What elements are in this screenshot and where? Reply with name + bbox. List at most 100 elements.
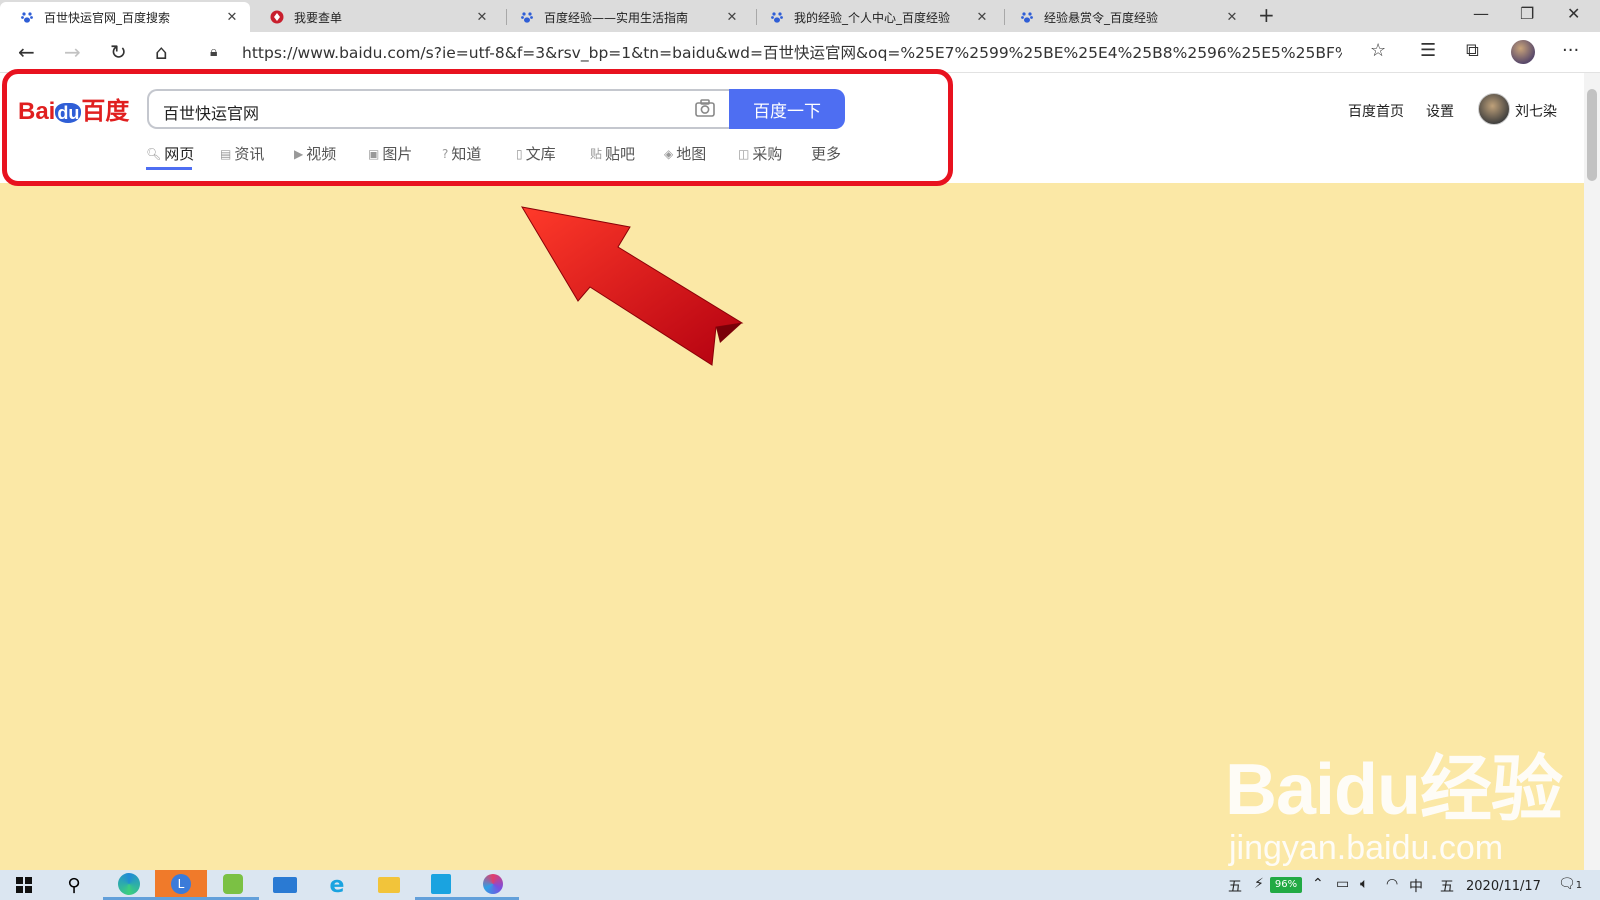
logo-text-right: 百度 [81,98,130,125]
tab-baidu-jingyan[interactable]: 百度经验——实用生活指南 ✕ [500,2,750,32]
avatar[interactable] [1478,93,1510,125]
baidu-home-link[interactable]: 百度首页 [1348,101,1404,121]
browser-tab-bar: 百世快运官网_百度搜索 ✕ 我要查单 ✕ 百度经验——实用生活指南 ✕ 我的经验… [0,0,1600,32]
tab-more[interactable]: 更多 [811,143,841,164]
battery-indicator[interactable]: 96% [1270,877,1302,893]
search-query: 百世快运官网 [163,104,260,123]
annotation-arrow-icon [521,206,744,366]
tab-label: 百度经验——实用生活指南 [544,10,689,25]
tab-map[interactable]: ◈ 地图 [664,143,706,164]
nav-label: 更多 [811,145,842,163]
tab-wenku[interactable]: ▯ 文库 [516,143,556,164]
tab-news[interactable]: ▤ 资讯 [220,143,264,164]
close-window-icon[interactable]: ✕ [1567,4,1580,23]
nav-label: 采购 [752,145,783,163]
clock-app-icon[interactable]: L [155,870,207,900]
more-menu-icon[interactable]: ··· [1562,40,1579,61]
tab-baidu-search[interactable]: 百世快运官网_百度搜索 ✕ [0,2,250,32]
close-tab-icon[interactable]: ✕ [972,10,992,25]
language-indicator[interactable]: 中 [1409,876,1423,896]
android-app-icon[interactable] [207,870,259,900]
home-icon[interactable]: ⌂ [155,40,168,64]
video-icon: ▶ [294,146,304,161]
mail-icon[interactable] [259,870,311,900]
back-icon[interactable]: ← [18,40,35,64]
collections-icon[interactable]: ⧉ [1466,40,1479,61]
refresh-icon[interactable]: ↻ [110,40,127,64]
watermark: Baidu经验 jingyan.baidu.com [1225,730,1563,868]
watermark-main: Baidu经验 [1225,750,1563,830]
document-icon: ▯ [516,146,523,161]
wifi-icon[interactable]: ◠ [1386,876,1398,892]
ime-mode-indicator[interactable]: 五 [1440,876,1454,896]
tab-label: 我的经验_个人中心_百度经验 [794,10,951,25]
close-tab-icon[interactable]: ✕ [722,10,742,25]
logo-paw: du [55,103,82,123]
favorites-icon[interactable]: ☰ [1420,40,1436,61]
best-logo-icon [270,10,284,24]
tab-order-lookup[interactable]: 我要查单 ✕ [250,2,500,32]
minimize-icon[interactable]: — [1473,4,1489,23]
power-icon[interactable]: ⚡ [1254,876,1264,892]
baidu-header: Bai du百度 百世快运官网 百度一下 🔍︎ 网页 ▤ 资讯 ▶ 视频 ▣ 图片 ? 知道… [0,73,1584,183]
address-toolbar: ← → ↻ ⌂ 🔒︎ https://www.baidu.com/s?ie=ut… [0,32,1600,73]
color-app-icon[interactable] [467,870,519,900]
baidu-paw-icon [520,10,534,24]
purchase-icon: ◫ [738,146,750,161]
address-field[interactable]: 🔒︎ https://www.baidu.com/s?ie=utf-8&f=3&… [196,37,1396,67]
tab-jingyan-bounty[interactable]: 经验悬赏令_百度经验 ✕ [1000,2,1250,32]
file-explorer-icon[interactable] [363,870,415,900]
tab-purchase[interactable]: ◫ 采购 [738,143,782,164]
nav-label: 地图 [676,145,707,163]
windows-taskbar: ⚲ L e 五 ⚡ 96% ⌃ ▭ 🔈︎ ◠ 中 五 2020/11/17 🗨︎… [0,870,1600,900]
camera-icon[interactable] [695,99,715,122]
tab-images[interactable]: ▣ 图片 [368,143,412,164]
forward-icon[interactable]: → [64,40,81,64]
tab-my-jingyan[interactable]: 我的经验_个人中心_百度经验 ✕ [750,2,1000,32]
search-input[interactable]: 百世快运官网 [147,89,729,129]
volume-icon[interactable]: 🔈︎ [1360,876,1368,892]
tab-label: 我要查单 [294,10,343,25]
close-tab-icon[interactable]: ✕ [222,10,242,25]
baidu-logo[interactable]: Bai du百度 [18,91,129,126]
vertical-scrollbar[interactable] [1584,73,1600,873]
notification-icon[interactable]: 🗨︎1 [1558,876,1582,892]
new-tab-icon[interactable]: + [1258,3,1275,27]
map-icon: ◈ [664,146,674,161]
nav-label: 文库 [525,145,556,163]
baidu-paw-icon [20,10,34,24]
ie-browser-icon[interactable]: e [311,870,363,900]
store-app-icon[interactable] [415,870,467,900]
tab-zhidao[interactable]: ? 知道 [442,143,481,164]
close-tab-icon[interactable]: ✕ [1222,10,1242,25]
tab-web[interactable]: 🔍︎ 网页 [146,143,194,164]
windows-start-icon[interactable] [0,870,48,900]
active-tab-underline [146,167,192,170]
scrollbar-thumb[interactable] [1587,89,1597,181]
ime-indicator[interactable]: 五 [1228,876,1242,896]
nav-label: 资讯 [234,145,265,163]
nav-label: 图片 [382,145,413,163]
search-icon: 🔍︎ [146,146,162,161]
image-icon: ▣ [368,146,380,161]
battery-icon[interactable]: ▭ [1336,876,1349,892]
browser-profile-avatar[interactable] [1511,40,1535,64]
taskbar-search-icon[interactable]: ⚲ [48,870,100,900]
chevron-up-icon[interactable]: ⌃ [1312,876,1324,892]
close-tab-icon[interactable]: ✕ [472,10,492,25]
logo-text-left: Bai [18,98,56,125]
taskbar-date[interactable]: 2020/11/17 [1466,879,1541,894]
tab-tieba[interactable]: 贴贴吧 [590,143,635,164]
username[interactable]: 刘七染 [1515,101,1557,121]
tab-video[interactable]: ▶ 视频 [294,143,336,164]
nav-label: 贴吧 [605,145,636,163]
url-text: https://www.baidu.com/s?ie=utf-8&f=3&rsv… [242,44,1342,62]
settings-link[interactable]: 设置 [1426,101,1454,121]
restore-icon[interactable]: ❐ [1520,4,1534,23]
baidu-paw-icon [1020,10,1034,24]
nav-label: 视频 [306,145,337,163]
nav-label: 知道 [451,145,482,163]
search-button[interactable]: 百度一下 [729,89,845,129]
edge-browser-icon[interactable] [103,870,155,900]
star-icon[interactable]: ☆ [1370,40,1386,61]
